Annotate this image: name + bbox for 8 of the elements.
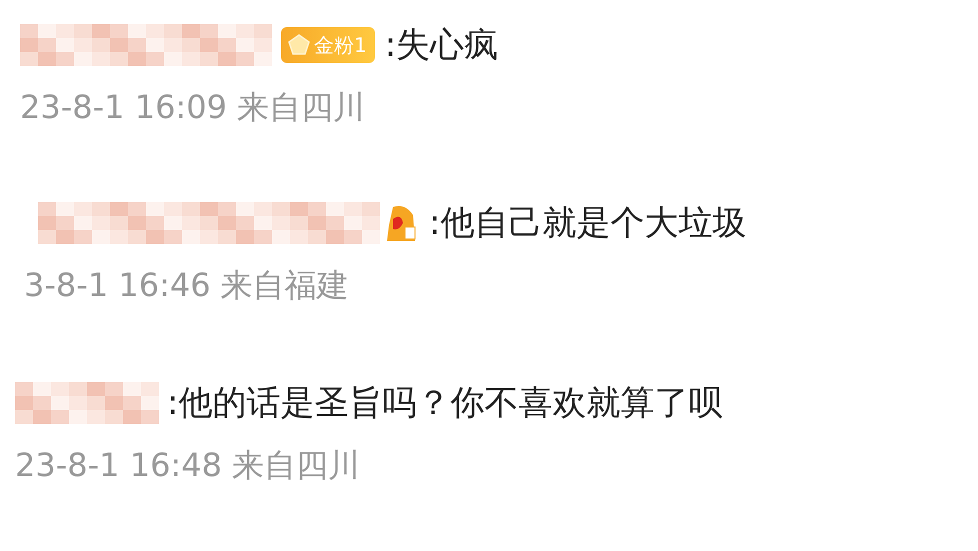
comment-time: 23-8-1 16:09 来自四川 [20,87,366,128]
gem-icon [287,33,311,57]
comment-time: 3-8-1 16:46 来自福建 [24,265,350,306]
comment-time: 23-8-1 16:48 来自四川 [15,445,362,486]
fan-badge: 金粉1 [281,27,375,63]
comment-text: :他自己就是个大垃圾 [429,202,746,245]
comment-text: :他的话是圣旨吗？你不喜欢就算了呗 [167,382,722,425]
comment-text: :失心疯 [384,24,498,67]
